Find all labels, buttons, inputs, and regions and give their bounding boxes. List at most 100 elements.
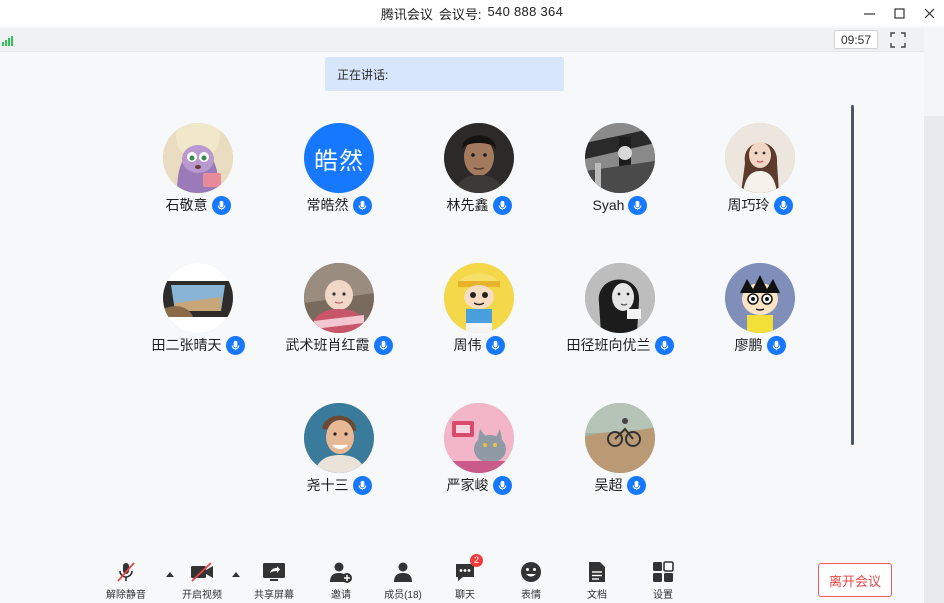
invite-button[interactable]: 邀请 (311, 560, 371, 602)
participant-name-row: 林先鑫 (409, 194, 549, 216)
unmute-button[interactable]: 解除静音 (96, 560, 156, 602)
participant-name-row: 尧十三 (269, 474, 409, 496)
participant-name: 周巧玲 (727, 197, 770, 213)
avatar (304, 403, 374, 473)
leave-meeting-button[interactable]: 离开会议 (818, 563, 892, 597)
settings-label: 设置 (653, 590, 673, 601)
reactions-label: 表情 (521, 590, 541, 601)
participant-tile[interactable]: 周伟 (409, 263, 549, 373)
participant-name-row: 吴超 (550, 474, 690, 496)
reactions-button[interactable]: 表情 (501, 560, 561, 602)
settings-button[interactable]: 设置 (633, 560, 693, 602)
window-controls (854, 0, 944, 26)
meeting-id-label: 会议号: (438, 6, 482, 22)
meeting-timer: 09:57 (834, 30, 878, 49)
participant-tile[interactable]: 石敬意 (128, 123, 268, 233)
mic-icon (773, 195, 793, 215)
unmute-label: 解除静音 (106, 590, 146, 601)
participant-tile[interactable]: Syah (550, 123, 690, 233)
participant-name: 吴超 (594, 477, 623, 493)
participant-name-row: 周巧玲 (690, 194, 830, 216)
participant-name: 武术班肖红霞 (285, 337, 370, 353)
emoji-icon (521, 562, 541, 582)
network-signal-icon[interactable] (2, 34, 13, 46)
share-screen-button[interactable]: 共享屏幕 (244, 560, 304, 602)
speaking-indicator: 正在讲话: (325, 57, 564, 91)
participant-tile[interactable]: 皓然 常皓然 (269, 123, 409, 233)
participant-tile[interactable]: 尧十三 (269, 403, 409, 513)
gallery-scrollbar[interactable] (851, 105, 854, 445)
mic-icon (373, 335, 393, 355)
participant-tile[interactable]: 田径班向优兰 (550, 263, 690, 373)
participant-tile[interactable]: 严家峻 (409, 403, 549, 513)
app-name: 腾讯会议 (380, 6, 433, 22)
start-video-label: 开启视频 (182, 590, 222, 601)
participant-name-row: 廖鹏 (690, 334, 830, 356)
participant-tile[interactable]: 林先鑫 (409, 123, 549, 233)
chat-label: 聊天 (455, 590, 475, 601)
avatar (585, 263, 655, 333)
docs-button[interactable]: 文档 (567, 560, 627, 602)
mic-icon (352, 195, 372, 215)
share-screen-label: 共享屏幕 (254, 590, 294, 601)
invite-icon (330, 562, 352, 583)
mic-muted-icon (117, 562, 135, 582)
participant-tile[interactable]: 武术班肖红霞 (269, 263, 409, 373)
right-panel-strip (924, 28, 944, 603)
participant-name-row: Syah (550, 194, 690, 216)
members-button[interactable]: 成员(18) (373, 560, 433, 602)
participant-name: 尧十三 (306, 477, 349, 493)
avatar (585, 403, 655, 473)
mic-icon (352, 475, 372, 495)
mic-icon (766, 335, 786, 355)
close-button[interactable] (914, 0, 944, 26)
settings-grid-icon (653, 561, 674, 582)
title-bar: 腾讯会议 会议号: 540 888 364 (0, 0, 944, 26)
participant-name-row: 严家峻 (409, 474, 549, 496)
mic-icon (626, 475, 646, 495)
meeting-id: 540 888 364 (487, 3, 564, 19)
participant-tile[interactable]: 周巧玲 (690, 123, 830, 233)
participant-name: 石敬意 (165, 197, 208, 213)
participant-name-row: 武术班肖红霞 (269, 334, 409, 356)
participant-tile[interactable]: 吴超 (550, 403, 690, 513)
video-options-caret-icon[interactable] (231, 570, 241, 578)
avatar (163, 123, 233, 193)
avatar (163, 263, 233, 333)
participant-tile[interactable]: 田二张晴天 (128, 263, 268, 373)
document-icon (589, 562, 605, 582)
avatar (725, 263, 795, 333)
avatar (304, 263, 374, 333)
participant-name: 田径班向优兰 (566, 337, 651, 353)
avatar (444, 263, 514, 333)
chat-button[interactable]: 2 聊天 (435, 554, 495, 602)
invite-label: 邀请 (331, 590, 351, 601)
participant-name-row: 石敬意 (128, 194, 268, 216)
participant-name: 常皓然 (306, 197, 349, 213)
participant-name: 严家峻 (446, 477, 489, 493)
maximize-icon (893, 7, 905, 19)
members-icon (394, 562, 412, 582)
mic-icon (485, 335, 505, 355)
members-label: 成员(18) (384, 590, 422, 601)
avatar (444, 403, 514, 473)
participant-name: 廖鹏 (734, 337, 763, 353)
avatar-initials: 皓然 (304, 123, 374, 193)
participant-name: 田二张晴天 (151, 337, 222, 353)
fullscreen-icon[interactable] (890, 32, 906, 48)
chat-unread-badge: 2 (470, 554, 483, 567)
minimize-button[interactable] (854, 0, 884, 26)
participant-name: Syah (592, 197, 625, 213)
mic-icon (492, 475, 512, 495)
participant-name-row: 常皓然 (269, 194, 409, 216)
window-title: 腾讯会议 会议号: 540 888 364 (381, 4, 563, 23)
participant-tile[interactable]: 廖鹏 (690, 263, 830, 373)
participant-gallery: 正在讲话: 石敬意 皓然 常皓然 林先鑫 Syah 周巧玲 田二张晴天 武术班肖… (0, 53, 924, 550)
mic-icon (654, 335, 674, 355)
avatar (444, 123, 514, 193)
minimize-icon (863, 12, 875, 15)
start-video-button[interactable]: 开启视频 (172, 560, 232, 602)
mic-icon (492, 195, 512, 215)
participant-name-row: 田径班向优兰 (550, 334, 690, 356)
maximize-button[interactable] (884, 0, 914, 26)
